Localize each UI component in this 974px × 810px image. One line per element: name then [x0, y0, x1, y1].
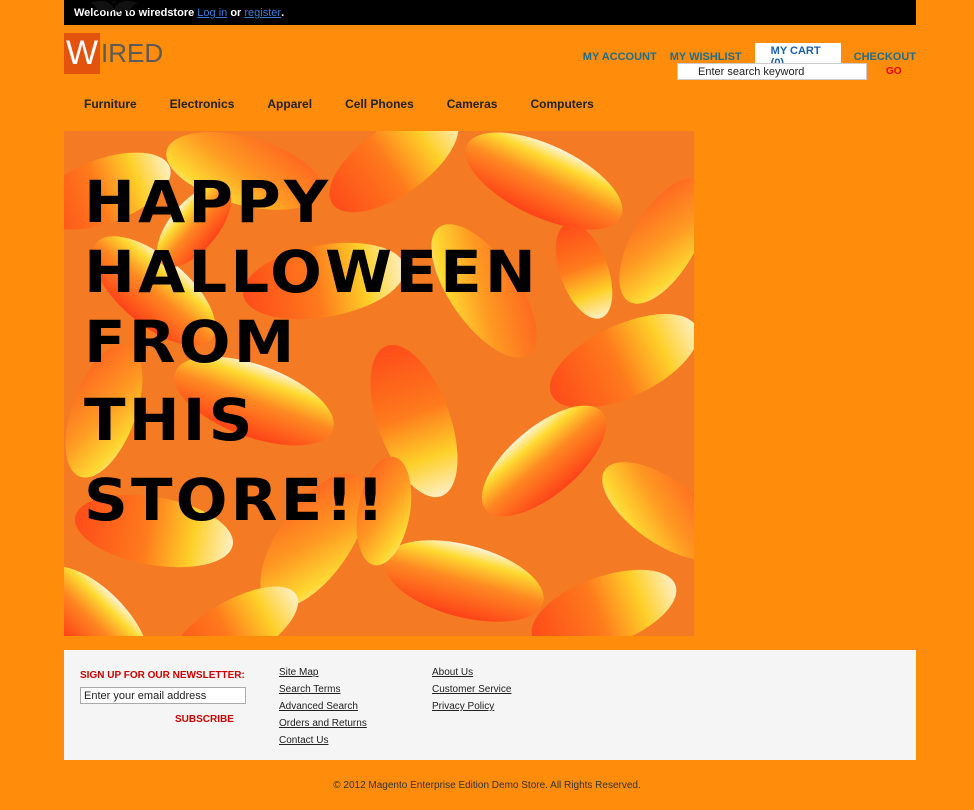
search-input[interactable]	[677, 63, 867, 80]
banner-line-2: HALLOWEEN	[84, 238, 540, 306]
newsletter-title: SIGN UP FOR OUR NEWSLETTER:	[80, 670, 245, 681]
nav-item-furniture[interactable]: Furniture	[84, 97, 137, 111]
footer-link-orders-returns[interactable]: Orders and Returns	[279, 715, 367, 732]
footer-link-privacy-policy[interactable]: Privacy Policy	[432, 698, 511, 715]
register-link[interactable]: register	[244, 7, 281, 19]
logo-letter-box: W	[64, 33, 100, 74]
footer-link-contact-us[interactable]: Contact Us	[279, 732, 367, 749]
my-account-link[interactable]: MY ACCOUNT	[583, 51, 657, 63]
newsletter-email-input[interactable]	[80, 687, 246, 704]
footer-link-search-terms[interactable]: Search Terms	[279, 681, 367, 698]
banner-line-4: THIS	[84, 386, 256, 454]
banner-line-5: STORE!!	[84, 466, 388, 534]
store-logo[interactable]: W IRED	[64, 33, 163, 74]
logo-wordmark: IRED	[101, 38, 164, 68]
footer-links-column-2: About Us Customer Service Privacy Policy	[432, 664, 511, 715]
bat-icon	[90, 0, 138, 13]
search-go-button[interactable]: GO	[886, 66, 902, 77]
logo-letter: W	[65, 34, 99, 72]
footer-link-advanced-search[interactable]: Advanced Search	[279, 698, 367, 715]
nav-item-cameras[interactable]: Cameras	[447, 97, 498, 111]
footer-link-about-us[interactable]: About Us	[432, 664, 511, 681]
nav-item-cell-phones[interactable]: Cell Phones	[345, 97, 414, 111]
nav-item-electronics[interactable]: Electronics	[170, 97, 235, 111]
nav-item-apparel[interactable]: Apparel	[267, 97, 312, 111]
my-wishlist-link[interactable]: MY WISHLIST	[670, 51, 742, 63]
footer: SIGN UP FOR OUR NEWSLETTER: SUBSCRIBE Si…	[64, 650, 916, 760]
footer-link-site-map[interactable]: Site Map	[279, 664, 367, 681]
copyright-text: © 2012 Magento Enterprise Edition Demo S…	[333, 780, 641, 791]
welcome-bar: Welcome to wiredstore Log in or register…	[64, 0, 916, 25]
banner-line-3: FROM	[84, 308, 298, 376]
footer-link-customer-service[interactable]: Customer Service	[432, 681, 511, 698]
footer-links-column-1: Site Map Search Terms Advanced Search Or…	[279, 664, 367, 749]
nav-item-computers[interactable]: Computers	[530, 97, 593, 111]
period-text: .	[281, 7, 285, 19]
banner-line-1: HAPPY	[84, 168, 332, 236]
login-link[interactable]: Log in	[197, 7, 227, 19]
checkout-link[interactable]: CHECKOUT	[854, 51, 916, 63]
main-nav: Furniture Electronics Apparel Cell Phone…	[84, 97, 627, 111]
banner-headline: HAPPY HALLOWEEN FROM THIS STORE!!	[84, 167, 539, 535]
or-text: or	[230, 7, 242, 19]
subscribe-button[interactable]: SUBSCRIBE	[175, 714, 234, 725]
halloween-banner[interactable]: HAPPY HALLOWEEN FROM THIS STORE!!	[64, 131, 694, 636]
